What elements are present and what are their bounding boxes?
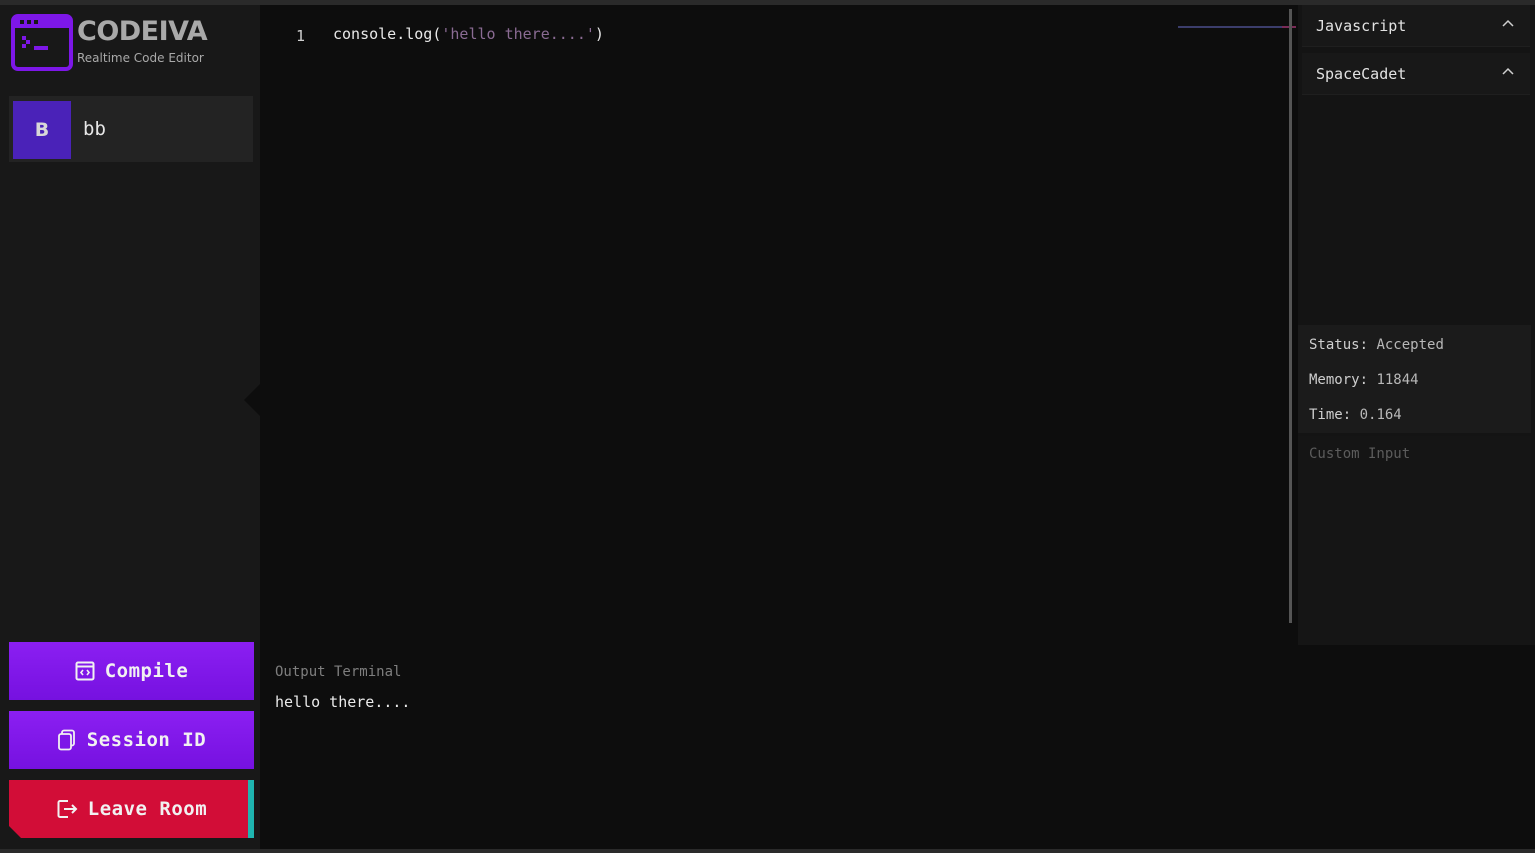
- language-value: Javascript: [1316, 16, 1407, 35]
- output-title: Output Terminal: [275, 664, 402, 680]
- chevron-up-icon: [1502, 67, 1514, 75]
- language-select[interactable]: Javascript: [1302, 5, 1530, 47]
- code-call: console.log(: [333, 25, 442, 43]
- client-username: bb: [83, 118, 106, 140]
- client-card: B bb: [9, 96, 253, 162]
- output-text: hello there....: [275, 693, 411, 711]
- compile-label: Compile: [104, 660, 189, 682]
- app-name: CODEIVA: [77, 16, 208, 47]
- theme-value: SpaceCadet: [1316, 64, 1407, 83]
- code-editor[interactable]: 1 console.log('hello there....'): [262, 5, 1296, 625]
- window-bottom-border: [0, 849, 1535, 853]
- status-row: Status: Accepted: [1309, 337, 1444, 353]
- time-row: Time: 0.164: [1309, 407, 1402, 423]
- result-stats: Status: Accepted Memory: 11844 Time: 0.1…: [1298, 325, 1531, 433]
- theme-select[interactable]: SpaceCadet: [1302, 53, 1530, 95]
- editor-scrollbar[interactable]: [1289, 9, 1292, 623]
- leave-room-button[interactable]: Leave Room: [9, 780, 254, 838]
- avatar: B: [13, 101, 71, 159]
- leave-accent-bar: [248, 780, 254, 838]
- settings-panel: Javascript SpaceCadet Status: Accepted M…: [1298, 5, 1535, 645]
- app-tagline: Realtime Code Editor: [77, 51, 204, 65]
- code-close: ): [594, 25, 604, 43]
- time-label: Time:: [1309, 407, 1352, 423]
- memory-row: Memory: 11844: [1309, 372, 1419, 388]
- session-id-label: Session ID: [86, 729, 207, 751]
- status-value: Accepted: [1376, 337, 1444, 353]
- time-value: 0.164: [1359, 407, 1402, 423]
- code-string: 'hello there....': [441, 25, 595, 43]
- custom-input-field[interactable]: [1298, 436, 1531, 645]
- leave-room-label: Leave Room: [87, 798, 208, 820]
- compile-button[interactable]: Compile: [9, 642, 254, 700]
- copy-icon: [57, 729, 75, 751]
- sidebar-collapse-notch[interactable]: [244, 384, 260, 416]
- session-id-button[interactable]: Session ID: [9, 711, 254, 769]
- code-line[interactable]: console.log('hello there....'): [333, 25, 604, 43]
- status-label: Status:: [1309, 337, 1369, 353]
- logo: CODEIVA Realtime Code Editor: [11, 14, 251, 74]
- memory-value: 11844: [1376, 372, 1419, 388]
- code-icon: [75, 661, 95, 681]
- line-number: 1: [296, 27, 306, 45]
- memory-label: Memory:: [1309, 372, 1369, 388]
- minimap[interactable]: [1178, 26, 1296, 28]
- output-terminal: Output Terminal hello there....: [262, 650, 1535, 849]
- terminal-window-icon: [11, 14, 73, 71]
- chevron-up-icon: [1502, 19, 1514, 27]
- sidebar: CODEIVA Realtime Code Editor B bb Compil…: [0, 5, 260, 849]
- logout-icon: [56, 798, 78, 820]
